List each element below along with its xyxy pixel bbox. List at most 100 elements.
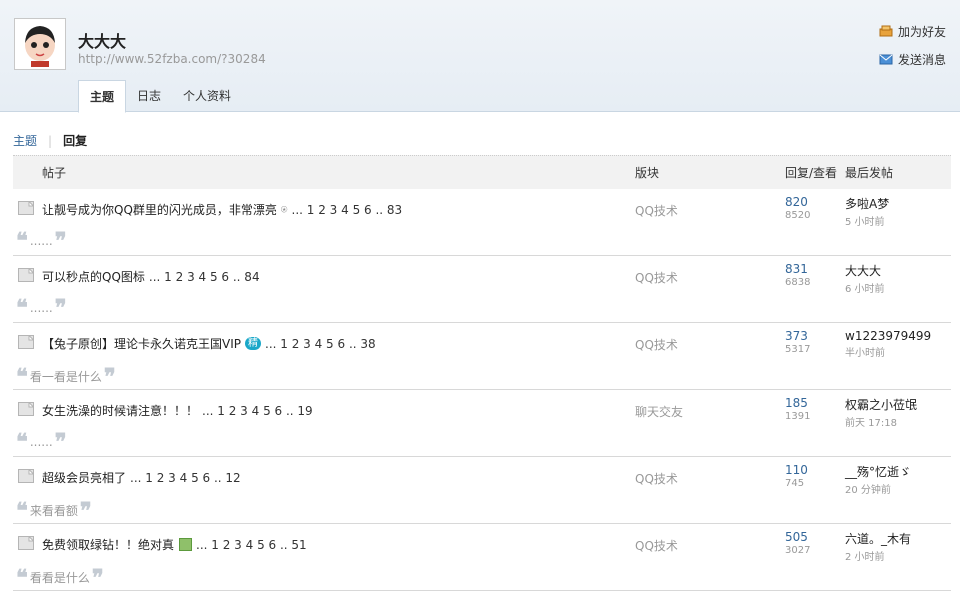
add-friend-icon (879, 25, 893, 37)
thread-pages[interactable]: ... 1 2 3 4 5 6 .. 83 (292, 203, 403, 217)
view-count: 5317 (785, 344, 811, 355)
thread-title-link[interactable]: 可以秒点的QQ图标 (42, 268, 145, 285)
thread-subject: 让靓号成为你QQ群里的闪光成员，非常漂亮 ⍟ ... 1 2 3 4 5 6 .. … (42, 201, 402, 218)
last-post-time: 半小时前 (845, 348, 885, 359)
last-post: 权霸之小莅氓前天 17:18 (845, 396, 917, 429)
thread-subject: 女生洗澡的时候请注意！！！ ... 1 2 3 4 5 6 .. 19 (42, 402, 313, 419)
forum-link[interactable]: 聊天交友 (635, 403, 683, 420)
thread-subject: 超级会员亮相了 ... 1 2 3 4 5 6 .. 12 (42, 469, 241, 486)
thread-pages[interactable]: ... 1 2 3 4 5 6 .. 84 (149, 270, 260, 284)
reply-count: 831 (785, 262, 808, 276)
thread-pages[interactable]: ... 1 2 3 4 5 6 .. 19 (202, 404, 313, 418)
reply-count: 820 (785, 195, 808, 209)
reply-quote: ❝ 看一看是什么 ❞ (16, 363, 116, 390)
last-post: 六道。_木有 2 小时前 (845, 530, 911, 563)
reply-quote-text[interactable]: 来看看额 (30, 502, 78, 519)
reply-quote-text[interactable]: ...... (30, 301, 53, 315)
tab-profile[interactable]: 个人资料 (172, 80, 242, 112)
last-post-user[interactable]: 六道。_木有 (845, 530, 911, 547)
last-post-user[interactable]: 多啦A梦 (845, 195, 889, 212)
reply-view-counts: 373 5317 (785, 329, 810, 355)
reply-quote: ❝...... ❞ (16, 429, 67, 455)
table-header: 帖子 版块 回复/查看 最后发帖 (13, 155, 951, 189)
thread-pages[interactable]: ... 1 2 3 4 5 6 .. 51 (196, 538, 307, 552)
folder-icon (18, 468, 35, 483)
last-post-user[interactable]: w1223979499 (845, 329, 931, 343)
thread-pages[interactable]: ... 1 2 3 4 5 6 .. 12 (130, 471, 241, 485)
view-count: 6838 (785, 277, 811, 288)
reply-view-counts: 831 6838 (785, 262, 810, 288)
reply-count: 185 (785, 396, 808, 410)
thread-pages[interactable]: ... 1 2 3 4 5 6 .. 38 (265, 337, 376, 351)
profile-name: 大大大 (78, 32, 127, 51)
close-quote-icon: ❞ (103, 363, 116, 390)
header-post: 帖子 (42, 166, 67, 180)
thread-subject: 免费领取绿钻！！绝对真 ... 1 2 3 4 5 6 .. 51 (42, 536, 307, 553)
view-count: 8520 (785, 210, 811, 221)
thread-subject: 【兔子原创】理论卡永久诺克王国VIP 精 ... 1 2 3 4 5 6 .. 38 (42, 335, 376, 352)
avatar[interactable] (14, 18, 66, 70)
image-icon (179, 538, 193, 551)
forum-link[interactable]: QQ技术 (635, 202, 678, 219)
table-row: 女生洗澡的时候请注意！！！ ... 1 2 3 4 5 6 .. 19 聊天交友 18… (13, 390, 951, 457)
table-row: 超级会员亮相了 ... 1 2 3 4 5 6 .. 12 QQ技术 110 745 __… (13, 457, 951, 524)
tab-blog[interactable]: 日志 (126, 80, 172, 112)
subnav-topics-link[interactable]: 主题 (13, 132, 37, 149)
profile-url[interactable]: http://www.52fzba.com/?30284 (78, 52, 266, 66)
close-quote-icon: ❞ (54, 429, 67, 455)
reply-quote-text[interactable]: ...... (30, 234, 53, 248)
reply-view-counts: 110 745 (785, 463, 808, 489)
add-friend-label: 加为好友 (897, 24, 946, 39)
view-count: 745 (785, 478, 805, 489)
last-post-user[interactable]: __殇°忆逝ゞ (845, 463, 911, 480)
last-post-user[interactable]: 大大大 (845, 262, 885, 279)
profile-header: 大大大 http://www.52fzba.com/?30284 加为好友 发送… (0, 0, 960, 113)
forum-link[interactable]: QQ技术 (635, 537, 678, 554)
sub-navigation: 主题 | 回复 (13, 132, 87, 149)
reply-count: 110 (785, 463, 808, 477)
reply-quote-text[interactable]: ...... (30, 435, 53, 449)
close-quote-icon: ❞ (54, 228, 67, 254)
reply-count: 505 (785, 530, 808, 544)
avatar-image (17, 21, 63, 67)
thread-title-link[interactable]: 女生洗澡的时候请注意！！！ (42, 402, 198, 419)
thread-subject: 可以秒点的QQ图标 ... 1 2 3 4 5 6 .. 84 (42, 268, 260, 285)
tab-topics[interactable]: 主题 (78, 80, 127, 113)
reply-quote: ❝ 来看看额 ❞ (16, 497, 92, 524)
last-post: __殇°忆逝ゞ 20 分钟前 (845, 463, 911, 496)
profile-actions: 加为好友 发送消息 (879, 22, 946, 78)
folder-icon (18, 200, 35, 215)
table-row: 让靓号成为你QQ群里的闪光成员，非常漂亮 ⍟ ... 1 2 3 4 5 6 .. … (13, 189, 951, 256)
subnav-replies-current[interactable]: 回复 (63, 132, 87, 149)
table-row: 可以秒点的QQ图标 ... 1 2 3 4 5 6 .. 84 QQ技术 831 683… (13, 256, 951, 323)
last-post-time: 前天 17:18 (845, 418, 897, 429)
thread-title-link[interactable]: 【兔子原创】理论卡永久诺克王国VIP (42, 335, 241, 352)
add-friend-button[interactable]: 加为好友 (879, 22, 946, 40)
last-post-user[interactable]: 权霸之小莅氓 (845, 396, 917, 413)
attachment-icon: ⍟ (280, 202, 288, 216)
last-post-time: 6 小时前 (845, 284, 885, 295)
last-post: 多啦A梦 5 小时前 (845, 195, 889, 228)
header-forum: 版块 (635, 166, 660, 180)
thread-title-link[interactable]: 超级会员亮相了 (42, 469, 126, 486)
reply-view-counts: 505 3027 (785, 530, 810, 556)
profile-tabs: 主题 日志 个人资料 (78, 80, 242, 113)
table-row: 免费领取绿钻！！绝对真 ... 1 2 3 4 5 6 .. 51 QQ技术 505 3… (13, 524, 951, 591)
reply-quote-text[interactable]: 看一看是什么 (30, 368, 102, 385)
reply-quote-text[interactable]: 看看是什么 (30, 569, 90, 586)
reply-count: 373 (785, 329, 808, 343)
reply-view-counts: 185 1391 (785, 396, 810, 422)
forum-link[interactable]: QQ技术 (635, 336, 678, 353)
open-quote-icon: ❝ (16, 564, 28, 591)
thread-title-link[interactable]: 让靓号成为你QQ群里的闪光成员，非常漂亮 (42, 201, 277, 218)
open-quote-icon: ❝ (16, 228, 28, 254)
forum-link[interactable]: QQ技术 (635, 470, 678, 487)
message-icon (879, 54, 893, 65)
reply-quote: ❝...... ❞ (16, 297, 67, 319)
thread-title-link[interactable]: 免费领取绿钻！！绝对真 (42, 536, 174, 553)
send-message-button[interactable]: 发送消息 (879, 50, 946, 68)
close-quote-icon: ❞ (79, 497, 92, 524)
table-row: 【兔子原创】理论卡永久诺克王国VIP 精 ... 1 2 3 4 5 6 .. 38… (13, 323, 951, 390)
reply-quote: ❝ 看看是什么 ❞ (16, 564, 104, 591)
forum-link[interactable]: QQ技术 (635, 269, 678, 286)
